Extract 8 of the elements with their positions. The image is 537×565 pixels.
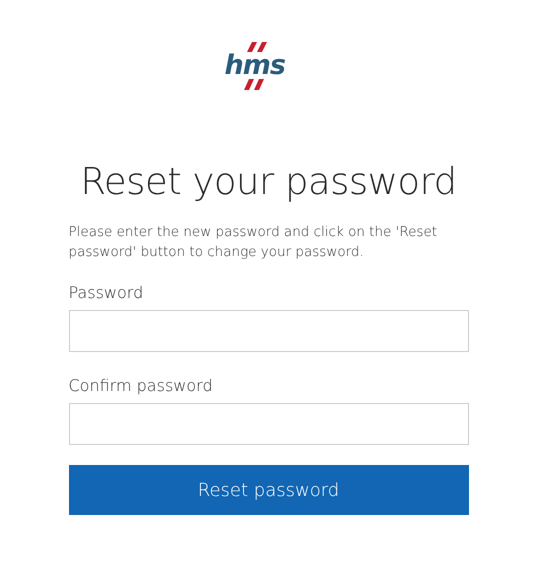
password-field[interactable]	[68, 403, 468, 445]
field-label: Password	[68, 283, 144, 303]
instructions-text: Please enter the new password and click on the 'Reset password' button to change your password.	[68, 223, 438, 262]
page-title: Reset your password	[79, 160, 458, 204]
field-label: Confirm password	[68, 376, 214, 396]
reset-password-button[interactable]: Reset password	[68, 465, 468, 515]
logo: hms	[220, 42, 304, 92]
password-field[interactable]	[68, 310, 468, 352]
